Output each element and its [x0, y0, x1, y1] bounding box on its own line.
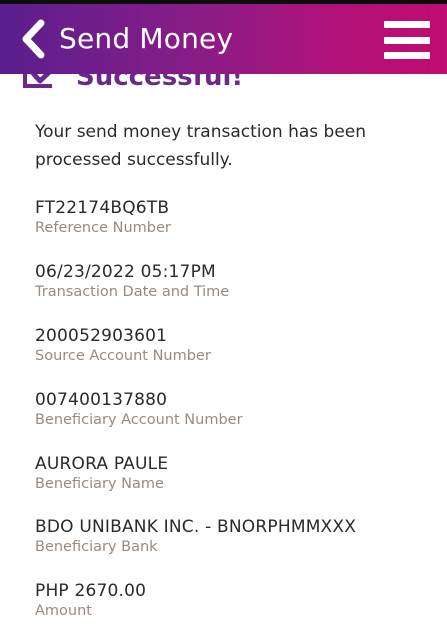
detail-label: Beneficiary Bank: [35, 539, 158, 555]
confirmation-message: Your send money transaction has been pro…: [35, 122, 367, 170]
success-heading: Successful!: [22, 74, 243, 92]
checklist-check-icon: [23, 74, 52, 88]
detail-amount: PHP 2670.00 Amount: [35, 580, 435, 620]
detail-label: Reference Number: [35, 220, 171, 236]
transaction-content: Successful! Your send money transaction …: [0, 74, 447, 643]
detail-value: FT22174BQ6TB: [35, 198, 170, 218]
detail-label: Transaction Date and Time: [35, 284, 230, 300]
detail-value: 007400137880: [35, 390, 168, 410]
menu-button[interactable]: [384, 21, 430, 59]
detail-value: 200052903601: [35, 326, 168, 346]
detail-label: Source Account Number: [35, 348, 211, 364]
detail-beneficiary-name: AURORA PAULE Beneficiary Name: [35, 453, 435, 493]
detail-label: Beneficiary Account Number: [35, 412, 243, 428]
detail-beneficiary-account: 007400137880 Beneficiary Account Number: [35, 389, 435, 429]
detail-transaction-datetime: 06/23/2022 05:17PM Transaction Date and …: [35, 261, 435, 301]
detail-label: Amount: [35, 603, 92, 619]
detail-label: Beneficiary Name: [35, 476, 164, 492]
detail-reference-number: FT22174BQ6TB Reference Number: [35, 197, 435, 237]
chevron-left-icon: [22, 19, 45, 59]
detail-value: BDO UNIBANK INC. - BNORPHMMXXX: [35, 517, 357, 537]
detail-value: PHP 2670.00: [35, 581, 147, 601]
detail-value: AURORA PAULE: [35, 454, 169, 474]
page-title: Send Money: [59, 22, 234, 55]
detail-beneficiary-bank: BDO UNIBANK INC. - BNORPHMMXXX Beneficia…: [35, 516, 435, 556]
success-status-text: Successful!: [76, 74, 244, 92]
app-header: Send Money: [0, 4, 447, 74]
back-button[interactable]: [18, 17, 50, 61]
detail-source-account: 200052903601 Source Account Number: [35, 325, 435, 365]
detail-value: 06/23/2022 05:17PM: [35, 262, 216, 282]
hamburger-menu-icon: [384, 21, 430, 28]
